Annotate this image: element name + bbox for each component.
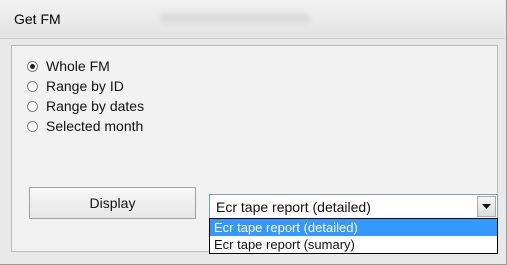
display-button[interactable]: Display bbox=[29, 187, 196, 219]
radio-button-icon[interactable] bbox=[27, 80, 38, 92]
radio-label: Whole FM bbox=[46, 58, 110, 74]
get-fm-dialog: Get FM Whole FM Range by ID Range by dat… bbox=[0, 0, 507, 265]
window-title: Get FM bbox=[14, 11, 61, 27]
radio-button-icon[interactable] bbox=[27, 60, 38, 72]
radio-range-by-id[interactable]: Range by ID bbox=[27, 77, 124, 95]
radio-button-icon[interactable] bbox=[27, 120, 38, 132]
radio-range-by-dates[interactable]: Range by dates bbox=[27, 97, 144, 115]
blurred-title-area bbox=[160, 13, 310, 24]
options-panel: Whole FM Range by ID Range by dates Sele… bbox=[11, 45, 498, 254]
radio-label: Selected month bbox=[46, 118, 144, 134]
chevron-down-icon[interactable] bbox=[477, 196, 496, 217]
radio-whole-fm[interactable]: Whole FM bbox=[27, 57, 110, 75]
radio-label: Range by dates bbox=[46, 98, 145, 114]
dropdown-option-summary[interactable]: Ecr tape report (sumary) bbox=[210, 236, 497, 253]
radio-button-icon[interactable] bbox=[27, 100, 38, 112]
dropdown-option-detailed[interactable]: Ecr tape report (detailed) bbox=[210, 219, 497, 236]
report-type-value: Ecr tape report (detailed) bbox=[216, 199, 371, 215]
report-type-dropdown-list: Ecr tape report (detailed) Ecr tape repo… bbox=[209, 218, 498, 254]
title-bar[interactable]: Get FM bbox=[0, 0, 505, 39]
radio-selected-month[interactable]: Selected month bbox=[27, 117, 143, 135]
radio-label: Range by ID bbox=[46, 78, 124, 94]
report-type-select[interactable]: Ecr tape report (detailed) bbox=[209, 194, 498, 219]
